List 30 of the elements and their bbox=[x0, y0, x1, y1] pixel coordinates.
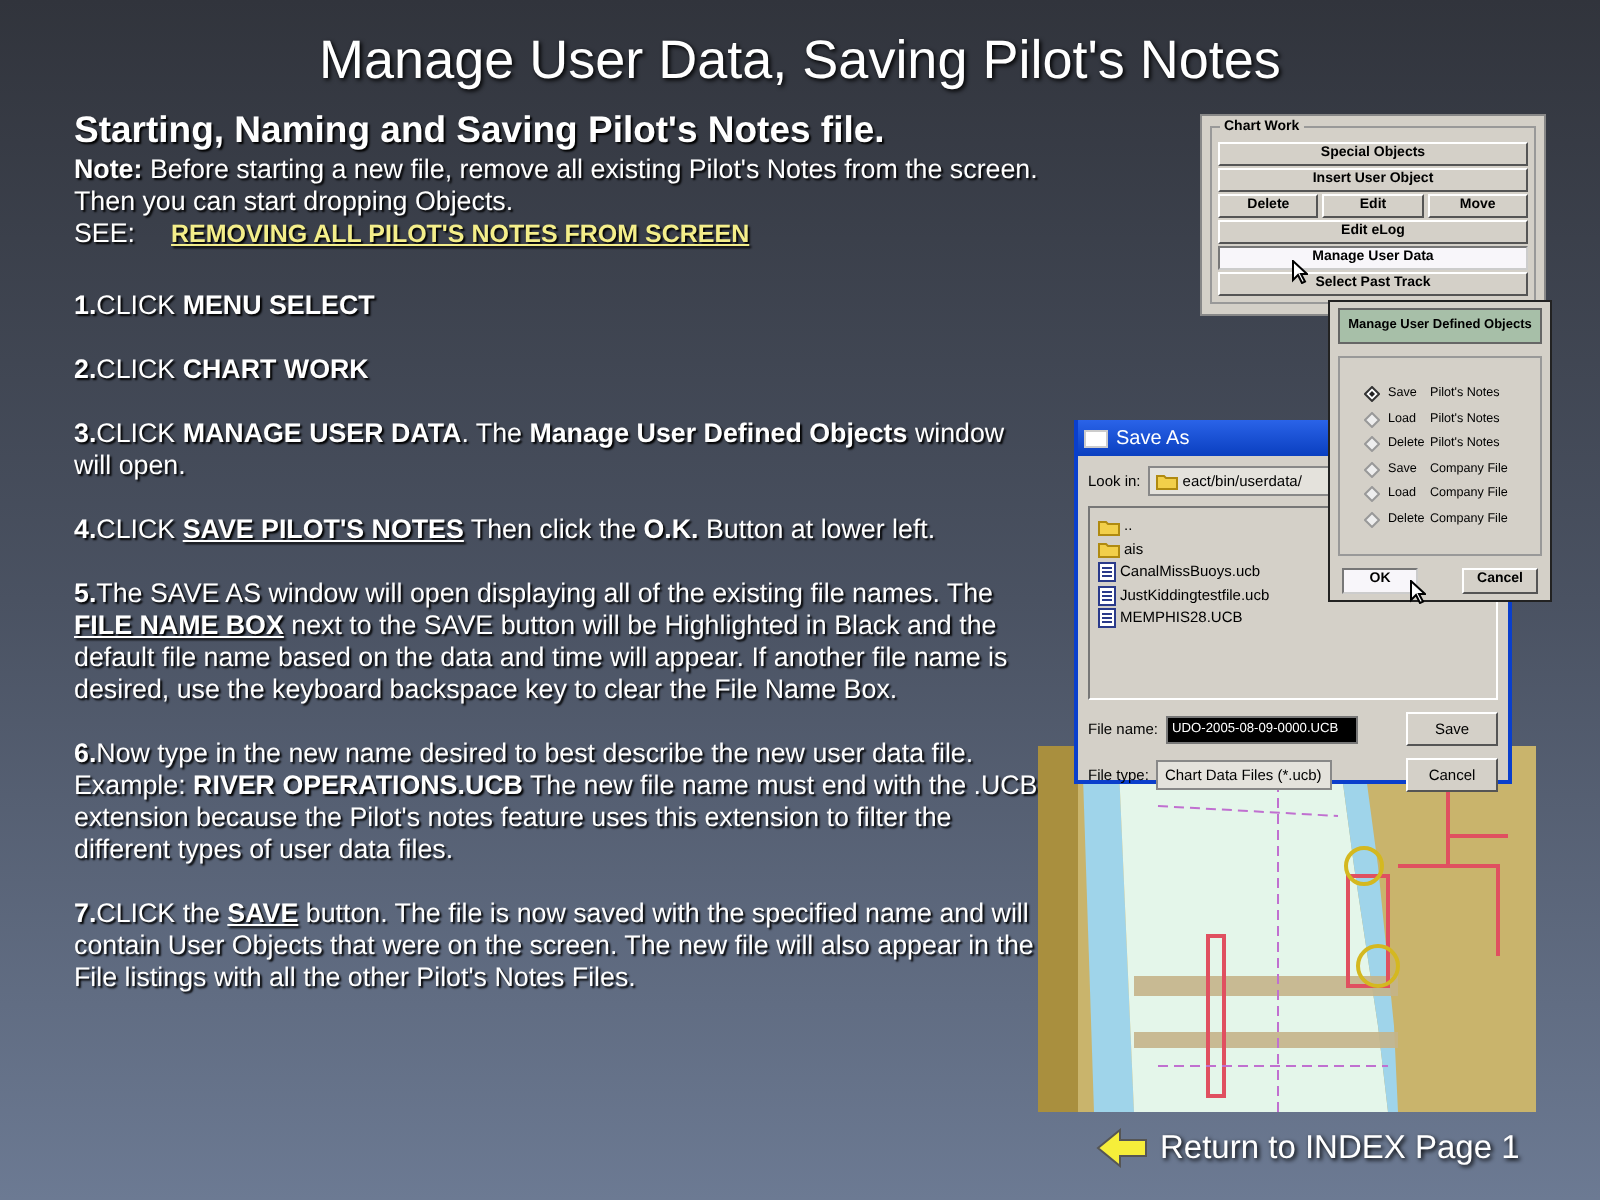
index-link[interactable]: Return to INDEX Page 1 bbox=[1160, 1124, 1520, 1174]
pointer-cursor-icon bbox=[1410, 580, 1426, 604]
radio-button[interactable] bbox=[1364, 436, 1380, 452]
section-heading: Starting, Naming and Saving Pilot's Notes file. bbox=[74, 110, 887, 150]
radio-button[interactable] bbox=[1364, 386, 1380, 402]
slide-title: Manage User Data, Saving Pilot's Notes bbox=[317, 28, 1283, 92]
folder-icon bbox=[1098, 517, 1120, 535]
document-icon bbox=[1098, 608, 1116, 628]
instruction-step: 6.Now type in the new name desired to best describe the new user data file. Example: RIVER OPERATIONS.UCB The new file name must end with the .UCB extension because the Pilot's notes feature uses this extension to filter the different types of user data files. bbox=[74, 738, 1044, 866]
instruction-step: 1.CLICK MENU SELECT bbox=[74, 290, 1044, 322]
document-icon bbox=[1098, 562, 1116, 582]
radio-button[interactable] bbox=[1364, 486, 1380, 502]
instruction-step: 5.The SAVE AS window will open displaying all of the existing file names. The FILE NAME BOX next to the SAVE button will be Highlighted in Black and the default file name based on the data and time will appear. If another file name is desired, use the keyboard backspace key to clear the File Name Box. bbox=[74, 578, 1044, 706]
radio-button[interactable] bbox=[1364, 411, 1380, 427]
instruction-step: 3.CLICK MANAGE USER DATA. The Manage User Defined Objects window will open. bbox=[74, 418, 1044, 482]
instruction-step: 2.CLICK CHART WORK bbox=[74, 354, 1044, 386]
radio-button[interactable] bbox=[1364, 461, 1380, 477]
removal-link[interactable]: REMOVING ALL PILOT'S NOTES FROM SCREEN bbox=[171, 218, 750, 250]
instruction-step: 7.CLICK the SAVE button. The file is now saved with the specified name and will contain User Objects that were on the screen. The new file will also appear in the File listings with all the other Pilot's Notes Files. bbox=[74, 898, 1044, 994]
instruction-step: 4.CLICK SAVE PILOT'S NOTES Then click the O.K. Button at lower left. bbox=[74, 514, 1044, 546]
radio-button[interactable] bbox=[1364, 511, 1380, 527]
left-arrow-icon bbox=[1096, 1128, 1148, 1169]
document-icon bbox=[1098, 585, 1116, 605]
window-title: Save As bbox=[1116, 425, 1190, 453]
window-icon bbox=[1084, 429, 1108, 447]
pointer-cursor-icon bbox=[1292, 260, 1308, 284]
see-label: SEE: bbox=[74, 218, 136, 250]
note-text: Note: Before starting a new file, remove all existing Pilot's Notes from the screen. Then you can start dropping Objects. bbox=[74, 154, 1040, 218]
folder-icon bbox=[1098, 540, 1120, 558]
folder-icon bbox=[1156, 472, 1179, 491]
